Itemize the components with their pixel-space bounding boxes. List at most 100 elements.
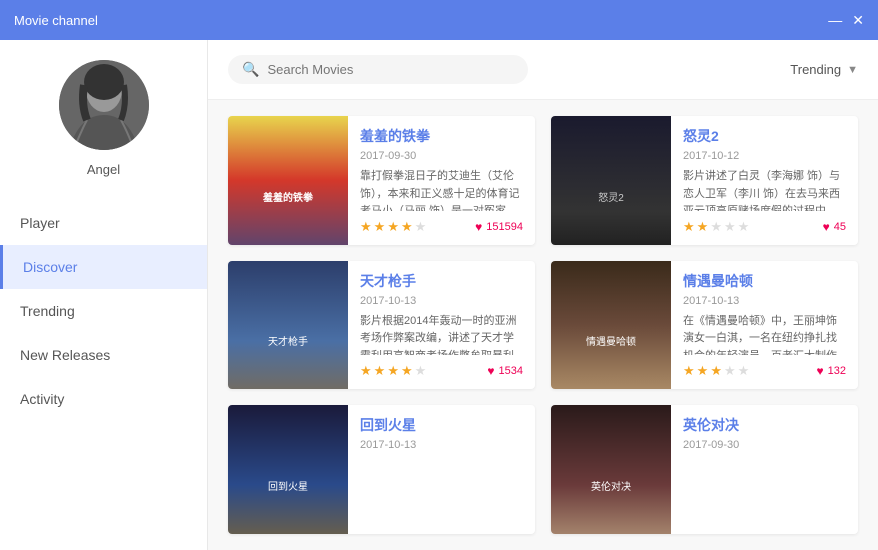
movie-info: 怒灵2 2017-10-12 影片讲述了白灵（李海娜 饰）与恋人卫军（李川 饰）… bbox=[671, 116, 858, 245]
movie-description bbox=[683, 457, 846, 524]
star-icon: ★ bbox=[415, 219, 427, 235]
star-rating: ★★★★★ bbox=[360, 219, 426, 235]
app-title: Movie channel bbox=[14, 13, 828, 28]
sidebar-item-discover[interactable]: Discover bbox=[0, 245, 207, 289]
trending-selector[interactable]: Trending ▼ bbox=[790, 62, 858, 77]
star-icon: ★ bbox=[738, 219, 750, 235]
movie-footer: ★★★★★ ♥ 151594 bbox=[360, 219, 523, 235]
star-icon: ★ bbox=[415, 363, 427, 379]
movie-title: 情遇曼哈顿 bbox=[683, 271, 846, 291]
title-bar: Movie channel — ✕ bbox=[0, 0, 878, 40]
main-layout: Angel Player Discover Trending New Relea… bbox=[0, 40, 878, 550]
search-input[interactable] bbox=[267, 62, 514, 77]
sidebar-item-trending[interactable]: Trending bbox=[0, 289, 207, 333]
like-count: ♥ 1534 bbox=[487, 364, 523, 378]
poster-image: 回到火星 bbox=[228, 405, 348, 534]
poster-image: 情遇曼哈顿 bbox=[551, 261, 671, 390]
movie-poster: 情遇曼哈顿 bbox=[551, 261, 671, 390]
star-icon: ★ bbox=[374, 363, 386, 379]
star-icon: ★ bbox=[360, 219, 372, 235]
movie-footer: ★★★★★ ♥ 45 bbox=[683, 219, 846, 235]
close-button[interactable]: ✕ bbox=[852, 13, 864, 27]
movie-card[interactable]: 天才枪手 天才枪手 2017-10-13 影片根据2014年轰动一时的亚洲考场作… bbox=[228, 261, 535, 390]
star-icon: ★ bbox=[697, 363, 709, 379]
movie-description: 影片根据2014年轰动一时的亚洲考场作弊案改编，讲述了天才学霸利用高智商考场作弊… bbox=[360, 313, 523, 356]
movie-info: 羞羞的铁拳 2017-09-30 靠打假拳混日子的艾迪生（艾伦 饰），本来和正义… bbox=[348, 116, 535, 245]
movie-info: 情遇曼哈顿 2017-10-13 在《情遇曼哈顿》中，王丽坤饰演女一白淇，一名在… bbox=[671, 261, 858, 390]
movie-description: 靠打假拳混日子的艾迪生（艾伦 饰），本来和正义感十足的体育记者马小（马丽 饰）是… bbox=[360, 168, 523, 211]
movie-title: 羞羞的铁拳 bbox=[360, 126, 523, 146]
star-icon: ★ bbox=[724, 219, 736, 235]
movie-card[interactable]: 英伦对决 英伦对决 2017-09-30 bbox=[551, 405, 858, 534]
movie-title: 回到火星 bbox=[360, 415, 523, 435]
movie-info: 回到火星 2017-10-13 bbox=[348, 405, 535, 534]
movie-card[interactable]: 回到火星 回到火星 2017-10-13 bbox=[228, 405, 535, 534]
movie-footer: ★★★★★ ♥ 1534 bbox=[360, 363, 523, 379]
avatar-image bbox=[59, 60, 149, 150]
movie-poster: 天才枪手 bbox=[228, 261, 348, 390]
search-icon: 🔍 bbox=[242, 61, 259, 78]
star-icon: ★ bbox=[374, 219, 386, 235]
star-icon: ★ bbox=[387, 363, 399, 379]
poster-image: 羞羞的铁拳 bbox=[228, 116, 348, 245]
minimize-button[interactable]: — bbox=[828, 13, 842, 27]
movie-grid: 羞羞的铁拳 羞羞的铁拳 2017-09-30 靠打假拳混日子的艾迪生（艾伦 饰）… bbox=[208, 100, 878, 550]
search-wrapper[interactable]: 🔍 bbox=[228, 55, 528, 84]
nav-menu: Player Discover Trending New Releases Ac… bbox=[0, 201, 207, 421]
movie-date: 2017-10-13 bbox=[360, 295, 523, 307]
trending-label: Trending bbox=[790, 62, 841, 77]
sidebar: Angel Player Discover Trending New Relea… bbox=[0, 40, 208, 550]
heart-icon: ♥ bbox=[487, 364, 494, 378]
star-rating: ★★★★★ bbox=[683, 363, 749, 379]
heart-icon: ♥ bbox=[475, 220, 482, 234]
star-icon: ★ bbox=[697, 219, 709, 235]
window-controls: — ✕ bbox=[828, 13, 864, 27]
star-icon: ★ bbox=[738, 363, 750, 379]
movie-info: 天才枪手 2017-10-13 影片根据2014年轰动一时的亚洲考场作弊案改编，… bbox=[348, 261, 535, 390]
star-icon: ★ bbox=[710, 219, 722, 235]
movie-poster: 英伦对决 bbox=[551, 405, 671, 534]
heart-icon: ♥ bbox=[823, 220, 830, 234]
like-count: ♥ 45 bbox=[823, 220, 846, 234]
movie-title: 怒灵2 bbox=[683, 126, 846, 146]
movie-date: 2017-10-12 bbox=[683, 150, 846, 162]
chevron-down-icon: ▼ bbox=[847, 64, 858, 76]
star-rating: ★★★★★ bbox=[683, 219, 749, 235]
movie-date: 2017-09-30 bbox=[683, 439, 846, 451]
movie-poster: 回到火星 bbox=[228, 405, 348, 534]
sidebar-item-activity[interactable]: Activity bbox=[0, 377, 207, 421]
movie-card[interactable]: 怒灵2 怒灵2 2017-10-12 影片讲述了白灵（李海娜 饰）与恋人卫军（李… bbox=[551, 116, 858, 245]
star-icon: ★ bbox=[401, 363, 413, 379]
movie-date: 2017-09-30 bbox=[360, 150, 523, 162]
star-icon: ★ bbox=[387, 219, 399, 235]
movie-card[interactable]: 羞羞的铁拳 羞羞的铁拳 2017-09-30 靠打假拳混日子的艾迪生（艾伦 饰）… bbox=[228, 116, 535, 245]
movie-date: 2017-10-13 bbox=[360, 439, 523, 451]
heart-icon: ♥ bbox=[817, 364, 824, 378]
poster-image: 英伦对决 bbox=[551, 405, 671, 534]
like-count: ♥ 151594 bbox=[475, 220, 523, 234]
search-bar: 🔍 Trending ▼ bbox=[208, 40, 878, 100]
sidebar-item-player[interactable]: Player bbox=[0, 201, 207, 245]
movie-card[interactable]: 情遇曼哈顿 情遇曼哈顿 2017-10-13 在《情遇曼哈顿》中，王丽坤饰演女一… bbox=[551, 261, 858, 390]
movie-poster: 羞羞的铁拳 bbox=[228, 116, 348, 245]
movie-date: 2017-10-13 bbox=[683, 295, 846, 307]
movie-footer: ★★★★★ ♥ 132 bbox=[683, 363, 846, 379]
movie-description: 在《情遇曼哈顿》中，王丽坤饰演女一白淇，一名在纽约挣扎找机会的年轻演员。百老汇大… bbox=[683, 313, 846, 356]
movie-poster: 怒灵2 bbox=[551, 116, 671, 245]
content-area: 🔍 Trending ▼ 羞羞的铁拳 羞羞的铁拳 2017-09-30 靠打假拳… bbox=[208, 40, 878, 550]
sidebar-item-new-releases[interactable]: New Releases bbox=[0, 333, 207, 377]
star-icon: ★ bbox=[710, 363, 722, 379]
star-icon: ★ bbox=[401, 219, 413, 235]
movie-info: 英伦对决 2017-09-30 bbox=[671, 405, 858, 534]
movie-description bbox=[360, 457, 523, 524]
movie-title: 英伦对决 bbox=[683, 415, 846, 435]
star-rating: ★★★★★ bbox=[360, 363, 426, 379]
star-icon: ★ bbox=[683, 363, 695, 379]
like-count: ♥ 132 bbox=[817, 364, 846, 378]
user-name: Angel bbox=[87, 162, 120, 177]
star-icon: ★ bbox=[724, 363, 736, 379]
poster-image: 天才枪手 bbox=[228, 261, 348, 390]
movie-description: 影片讲述了白灵（李海娜 饰）与恋人卫军（李川 饰）在去马来西亚云顶高原赌场度假的… bbox=[683, 168, 846, 211]
avatar bbox=[59, 60, 149, 150]
poster-image: 怒灵2 bbox=[551, 116, 671, 245]
